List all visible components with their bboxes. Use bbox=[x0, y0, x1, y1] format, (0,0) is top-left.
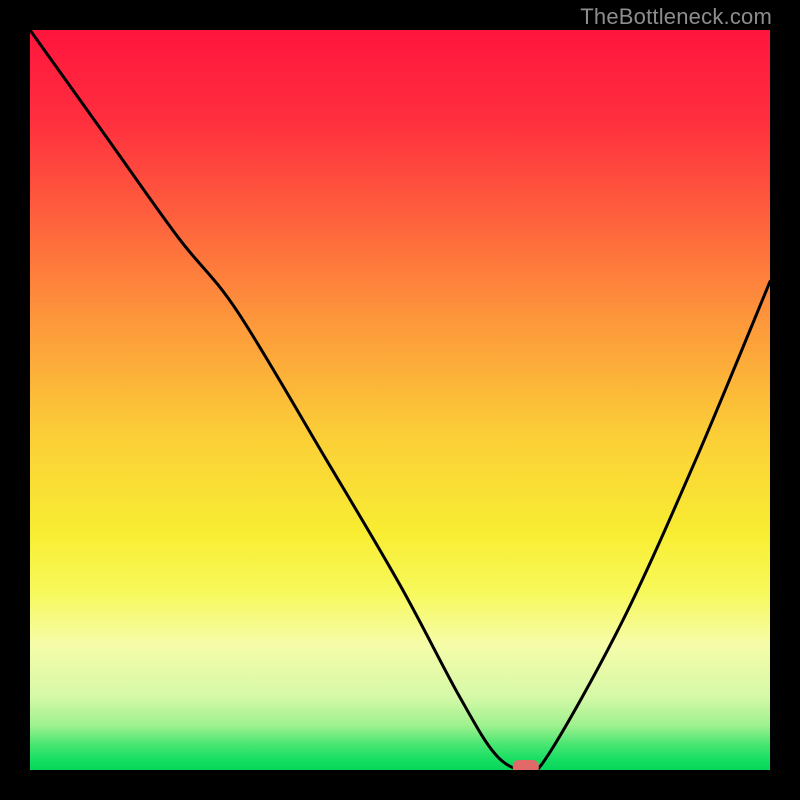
gradient-background bbox=[30, 30, 770, 770]
watermark-text: TheBottleneck.com bbox=[580, 4, 772, 30]
plot-area bbox=[30, 30, 770, 770]
chart-svg bbox=[30, 30, 770, 770]
chart-frame: TheBottleneck.com bbox=[0, 0, 800, 800]
optimum-marker bbox=[513, 760, 539, 770]
